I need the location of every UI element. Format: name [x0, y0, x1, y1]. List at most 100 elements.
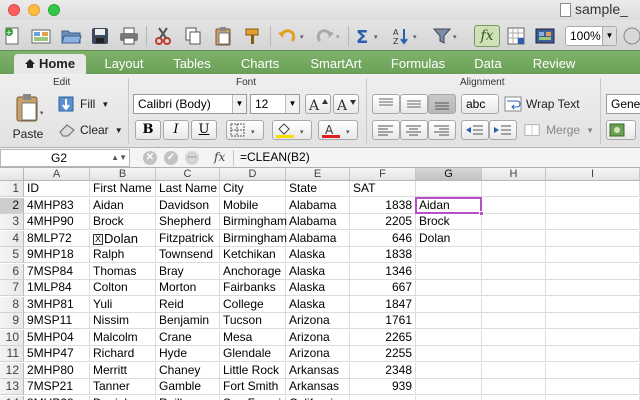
- cell-b6[interactable]: Thomas: [90, 263, 156, 280]
- align-right-button[interactable]: [428, 120, 456, 140]
- select-all-corner[interactable]: [0, 168, 24, 181]
- cell-c2[interactable]: Davidson: [156, 197, 220, 214]
- cell-e10[interactable]: Arizona: [286, 329, 350, 346]
- cell-a3[interactable]: 4MHP90: [24, 214, 90, 230]
- cell-e4[interactable]: Alabama: [286, 230, 350, 247]
- cell-d6[interactable]: Anchorage: [220, 263, 286, 280]
- decrease-indent-button[interactable]: [461, 120, 489, 140]
- toolbar-overflow-icon[interactable]: [622, 24, 640, 48]
- fill-handle[interactable]: [479, 211, 484, 216]
- cell-c9[interactable]: Benjamin: [156, 313, 220, 329]
- cell-b2[interactable]: Aidan: [90, 197, 156, 214]
- row-header[interactable]: 14: [0, 395, 24, 400]
- cell-a1[interactable]: ID: [24, 181, 90, 197]
- stepper-icon[interactable]: ▲▼: [111, 150, 127, 166]
- wrap-text-button[interactable]: Wrap Text: [504, 94, 584, 114]
- cell-i7[interactable]: [546, 280, 640, 296]
- cell-i2[interactable]: [546, 197, 640, 214]
- sort-icon[interactable]: A Z ▾: [390, 24, 424, 48]
- row-header[interactable]: 10: [0, 329, 24, 346]
- fill-button[interactable]: Fill ▼: [58, 94, 124, 114]
- cell-h2[interactable]: [482, 197, 546, 214]
- cell-b7[interactable]: Colton: [90, 280, 156, 296]
- clear-button[interactable]: Clear ▼: [58, 120, 124, 140]
- zoom-window-button[interactable]: [48, 4, 60, 16]
- cell-g2[interactable]: Aidan: [416, 197, 482, 214]
- column-header-i[interactable]: I: [546, 168, 640, 181]
- cell-i11[interactable]: [546, 346, 640, 362]
- print-icon[interactable]: [116, 24, 142, 48]
- align-top-button[interactable]: [372, 94, 400, 114]
- save-icon[interactable]: [88, 24, 112, 48]
- open-icon[interactable]: [58, 24, 84, 48]
- cell-a9[interactable]: 9MSP11: [24, 313, 90, 329]
- column-header-e[interactable]: E: [286, 168, 350, 181]
- cell-a13[interactable]: 7MSP21: [24, 379, 90, 395]
- column-header-a[interactable]: A: [24, 168, 90, 181]
- cell-g8[interactable]: [416, 296, 482, 313]
- row-header[interactable]: 6: [0, 263, 24, 280]
- cell-a10[interactable]: 5MHP04: [24, 329, 90, 346]
- cell-i3[interactable]: [546, 214, 640, 230]
- cell-e2[interactable]: Alabama: [286, 197, 350, 214]
- cell-d7[interactable]: Fairbanks: [220, 280, 286, 296]
- cell-b11[interactable]: Richard: [90, 346, 156, 362]
- cell-d14[interactable]: San Francisc: [220, 395, 293, 400]
- row-header[interactable]: 12: [0, 362, 24, 379]
- formula-input[interactable]: =CLEAN(B2): [240, 150, 310, 164]
- cell-a12[interactable]: 2MHP80: [24, 362, 90, 379]
- cell-d3[interactable]: Birmingham: [220, 214, 287, 230]
- cell-c7[interactable]: Morton: [156, 280, 220, 296]
- cell-c10[interactable]: Crane: [156, 329, 220, 346]
- cell-d11[interactable]: Glendale: [220, 346, 286, 362]
- cell-i1[interactable]: [546, 181, 640, 197]
- cell-b14[interactable]: Daniel: [90, 395, 156, 400]
- cell-f2[interactable]: 1838: [350, 197, 416, 214]
- cell-i14[interactable]: [546, 395, 640, 400]
- align-left-button[interactable]: [372, 120, 400, 140]
- row-header[interactable]: 4: [0, 230, 24, 247]
- row-header[interactable]: 5: [0, 247, 24, 263]
- cell-g9[interactable]: [416, 313, 482, 329]
- spreadsheet-grid[interactable]: A B C D E F G H I 1 ID First Name Last Name City State…: [0, 168, 640, 400]
- accept-formula-icon[interactable]: ✓: [164, 151, 178, 165]
- close-window-button[interactable]: [8, 4, 20, 16]
- cell-f13[interactable]: 939: [350, 379, 416, 395]
- row-header[interactable]: 8: [0, 296, 24, 313]
- minimize-window-button[interactable]: [28, 4, 40, 16]
- align-center-button[interactable]: [400, 120, 428, 140]
- cell-g7[interactable]: [416, 280, 482, 296]
- options-icon[interactable]: ⋯: [185, 151, 199, 165]
- cell-b13[interactable]: Tanner: [90, 379, 156, 395]
- cell-e12[interactable]: Arkansas: [286, 362, 350, 379]
- cell-b1[interactable]: First Name: [90, 181, 156, 197]
- italic-button[interactable]: I: [163, 120, 189, 140]
- cell-d4[interactable]: Birmingham: [220, 230, 287, 247]
- undo-icon[interactable]: ▾: [274, 24, 308, 48]
- cell-a8[interactable]: 3MHP81: [24, 296, 90, 313]
- cell-g5[interactable]: [416, 247, 482, 263]
- cell-i4[interactable]: [546, 230, 640, 247]
- number-format-select[interactable]: Gener: [606, 94, 640, 114]
- cell-i6[interactable]: [546, 263, 640, 280]
- cell-f4[interactable]: 646: [350, 230, 416, 247]
- cell-d13[interactable]: Fort Smith: [220, 379, 286, 395]
- underline-button[interactable]: U: [191, 120, 217, 140]
- cell-f9[interactable]: 1761: [350, 313, 416, 329]
- tab-charts[interactable]: Charts: [228, 54, 292, 75]
- cell-e7[interactable]: Alaska: [286, 280, 350, 296]
- merge-button[interactable]: Merge ▼: [524, 120, 594, 140]
- cell-h1[interactable]: [482, 181, 546, 197]
- cell-c6[interactable]: Bray: [156, 263, 220, 280]
- borders-button[interactable]: ▾: [226, 120, 264, 140]
- cell-i13[interactable]: [546, 379, 640, 395]
- cell-i5[interactable]: [546, 247, 640, 263]
- cell-g3[interactable]: Brock: [416, 214, 482, 230]
- font-size-select[interactable]: 12 ▼: [250, 94, 300, 114]
- cell-e11[interactable]: Arizona: [286, 346, 350, 362]
- cell-c11[interactable]: Hyde: [156, 346, 220, 362]
- cell-c1[interactable]: Last Name: [156, 181, 220, 197]
- cell-b4[interactable]: X Dolan: [90, 230, 156, 247]
- cell-d5[interactable]: Ketchikan: [220, 247, 286, 263]
- cell-h7[interactable]: [482, 280, 546, 296]
